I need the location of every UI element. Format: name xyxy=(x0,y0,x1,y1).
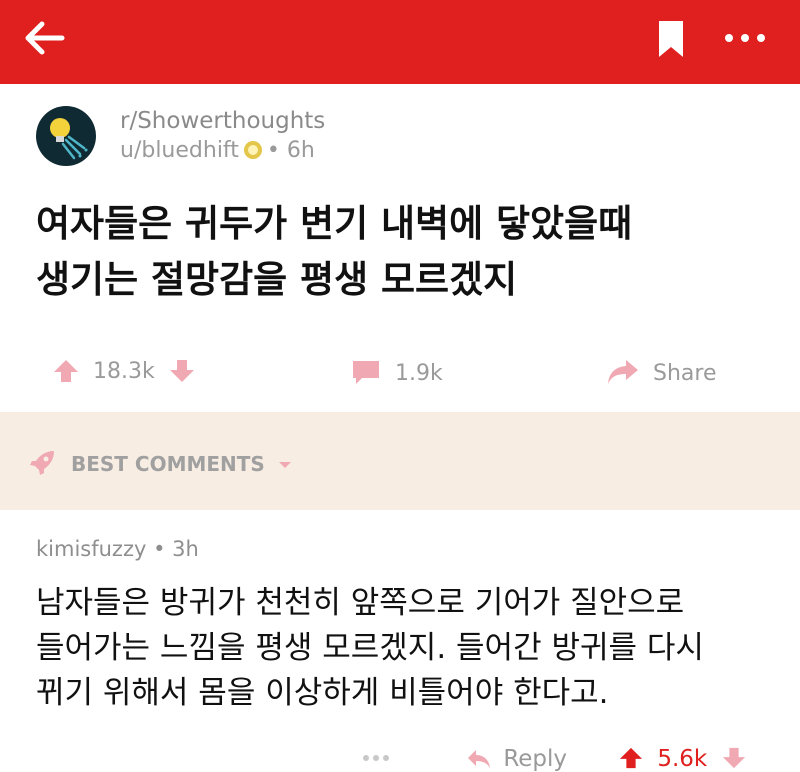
back-button[interactable] xyxy=(22,18,66,58)
more-horizontal-icon[interactable] xyxy=(362,754,390,762)
rocket-icon xyxy=(30,451,54,475)
vote-group: 18.3k xyxy=(52,358,196,384)
reply-label: Reply xyxy=(503,746,568,772)
upvote-count: 18.3k xyxy=(93,359,155,384)
comment-count: 1.9k xyxy=(395,361,443,386)
share-button[interactable]: Share xyxy=(606,358,717,386)
post-header: r/Showerthoughts u/bluedhift • 6h xyxy=(36,106,756,172)
more-options-button[interactable] xyxy=(722,28,768,48)
comment-author[interactable]: kimisfuzzy xyxy=(36,537,146,561)
subreddit-avatar[interactable] xyxy=(36,106,96,166)
post-age: 6h xyxy=(286,138,315,163)
sort-label: BEST COMMENTS xyxy=(70,452,265,476)
reply-arrow-icon xyxy=(468,750,490,768)
comment-meta: kimisfuzzy • 3h xyxy=(36,537,199,561)
share-icon xyxy=(608,360,638,384)
comment-body: 남자들은 방귀가 천천히 앞쪽으로 기어가 질안으로 들어가는 느낌을 평생 모… xyxy=(36,581,776,716)
downvote-icon[interactable] xyxy=(168,358,196,384)
comment-line-1: 남자들은 방귀가 천천히 앞쪽으로 기어가 질안으로 xyxy=(36,585,685,621)
post-author-line: u/bluedhift • 6h xyxy=(120,138,315,163)
top-bar xyxy=(0,0,800,84)
post-author[interactable]: u/bluedhift xyxy=(120,138,239,163)
post-title-line-1: 여자들은 귀두가 변기 내벽에 닿았을때 xyxy=(36,202,633,245)
more-horizontal-icon xyxy=(725,34,765,42)
post-title-line-2: 생기는 절망감을 평생 모르겠지 xyxy=(36,258,518,301)
upvote-icon[interactable] xyxy=(52,358,80,384)
best-comments-bar: BEST COMMENTS xyxy=(0,412,800,510)
post-title: 여자들은 귀두가 변기 내벽에 닿았을때 생기는 절망감을 평생 모르겠지 xyxy=(36,196,756,308)
comment-bubble-icon xyxy=(353,361,379,384)
comment-vote-group: 5.6k xyxy=(618,746,747,772)
share-label: Share xyxy=(653,361,717,386)
sort-selector[interactable]: BEST COMMENTS xyxy=(28,449,300,477)
downvote-icon[interactable] xyxy=(721,746,747,770)
separator-dot: • xyxy=(146,537,173,561)
comment-score: 5.6k xyxy=(657,746,708,772)
reply-button[interactable]: Reply xyxy=(466,746,567,772)
bookmark-icon xyxy=(659,21,683,57)
comments-button[interactable]: 1.9k xyxy=(350,358,443,386)
upvote-icon[interactable] xyxy=(618,746,644,770)
arrow-left-icon xyxy=(25,21,65,55)
gold-award-icon xyxy=(243,141,262,159)
comment-line-3: 뀌기 위해서 몸을 이상하게 비틀어야 한다고. xyxy=(36,675,609,711)
comment-actions: Reply 5.6k xyxy=(0,738,800,772)
comment-line-2: 들어가는 느낌을 평생 모르겠지. 들어간 방귀를 다시 xyxy=(36,630,704,666)
post-actions: 18.3k 1.9k Share xyxy=(0,350,800,396)
chevron-down-icon xyxy=(278,462,291,468)
comment-age: 3h xyxy=(172,537,199,561)
subreddit-name[interactable]: r/Showerthoughts xyxy=(120,108,325,134)
lightbulb-shower-icon xyxy=(50,118,88,160)
bookmark-button[interactable] xyxy=(655,19,687,59)
separator-dot: • xyxy=(266,138,287,163)
